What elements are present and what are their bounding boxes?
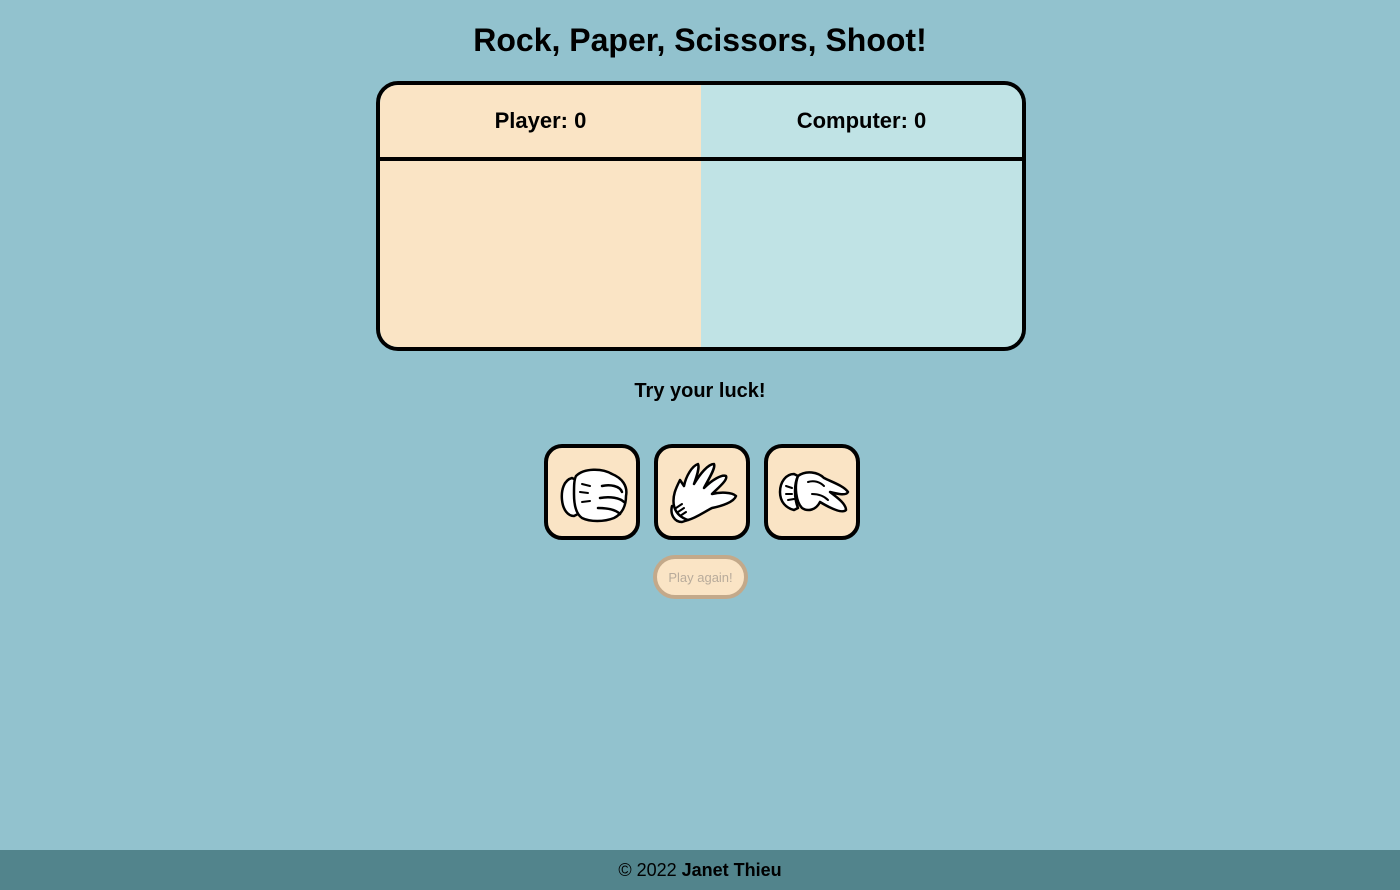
- choice-buttons: [544, 444, 860, 540]
- rock-button[interactable]: [544, 444, 640, 540]
- computer-panel: Computer: 0: [701, 85, 1022, 347]
- author-name: Janet Thieu: [681, 859, 782, 880]
- footer: © 2022 Janet Thieu: [0, 850, 1400, 890]
- scissors-hand-icon: [778, 471, 850, 513]
- player-panel: Player: 0: [380, 85, 701, 347]
- player-pick-area: [380, 161, 701, 347]
- scoreboard: Player: 0 Computer: 0: [376, 81, 1026, 351]
- copyright-text: © 2022: [618, 859, 677, 880]
- scissors-button[interactable]: [764, 444, 860, 540]
- computer-pick-area: [701, 161, 1022, 347]
- paper-button[interactable]: [654, 444, 750, 540]
- status-message: Try your luck!: [634, 380, 766, 402]
- paper-hand-icon: [670, 462, 738, 524]
- rock-hand-icon: [560, 468, 628, 523]
- player-score: Player: 0: [380, 85, 701, 161]
- play-again-button[interactable]: Play again!: [653, 555, 748, 599]
- computer-score: Computer: 0: [701, 85, 1022, 161]
- page-title: Rock, Paper, Scissors, Shoot!: [473, 22, 927, 58]
